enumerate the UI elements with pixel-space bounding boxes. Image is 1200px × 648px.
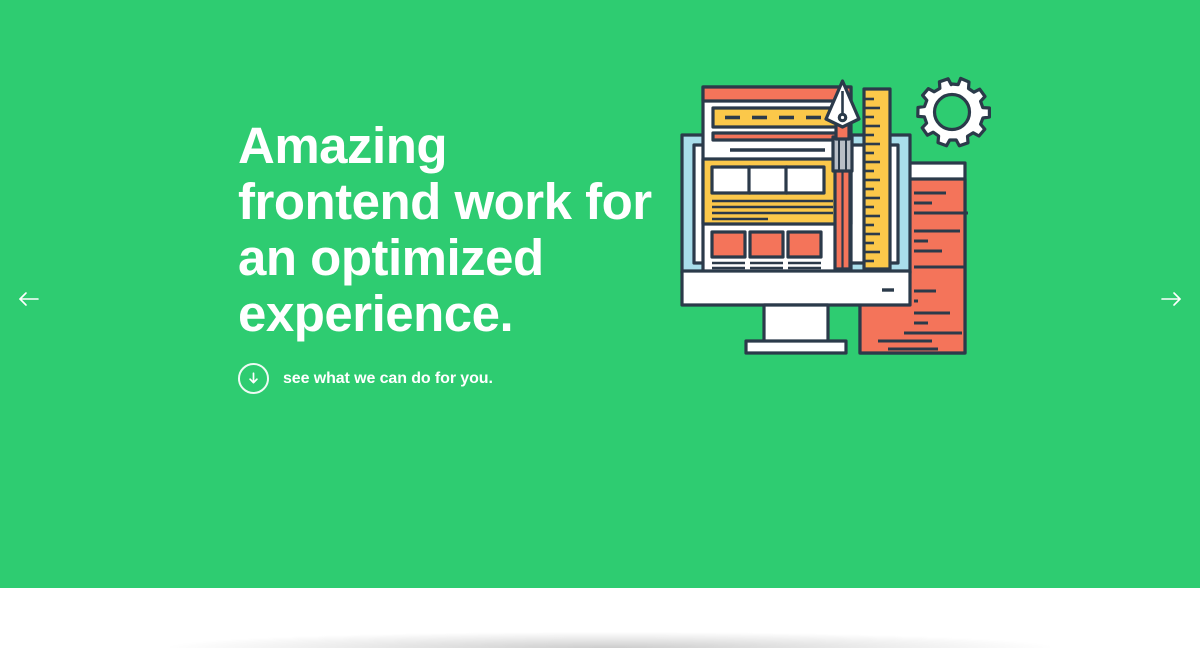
scroll-down-cta[interactable]: see what we can do for you. [238,363,493,394]
arrow-left-icon [17,291,39,312]
arrow-right-icon [1161,291,1183,312]
main-navbar: F HOME SERVICES ABOUT SKILLS OUR TEAM OU… [0,588,1200,648]
slider-prev-button[interactable] [14,288,42,314]
navbar-shadow [170,632,1050,648]
scroll-down-cta-label: see what we can do for you. [283,369,493,387]
page-title: Amazing frontend work for an optimized e… [238,117,652,342]
hero-content: Amazing frontend work for an optimized e… [0,0,1200,588]
hero-section: Amazing frontend work for an optimized e… [0,0,1200,588]
arrow-down-circle-icon [238,363,269,394]
frontend-workspace-illustration [670,75,1000,357]
slider-next-button[interactable] [1158,288,1186,314]
headline-wrapper: Amazing frontend work for an optimized e… [238,118,658,342]
